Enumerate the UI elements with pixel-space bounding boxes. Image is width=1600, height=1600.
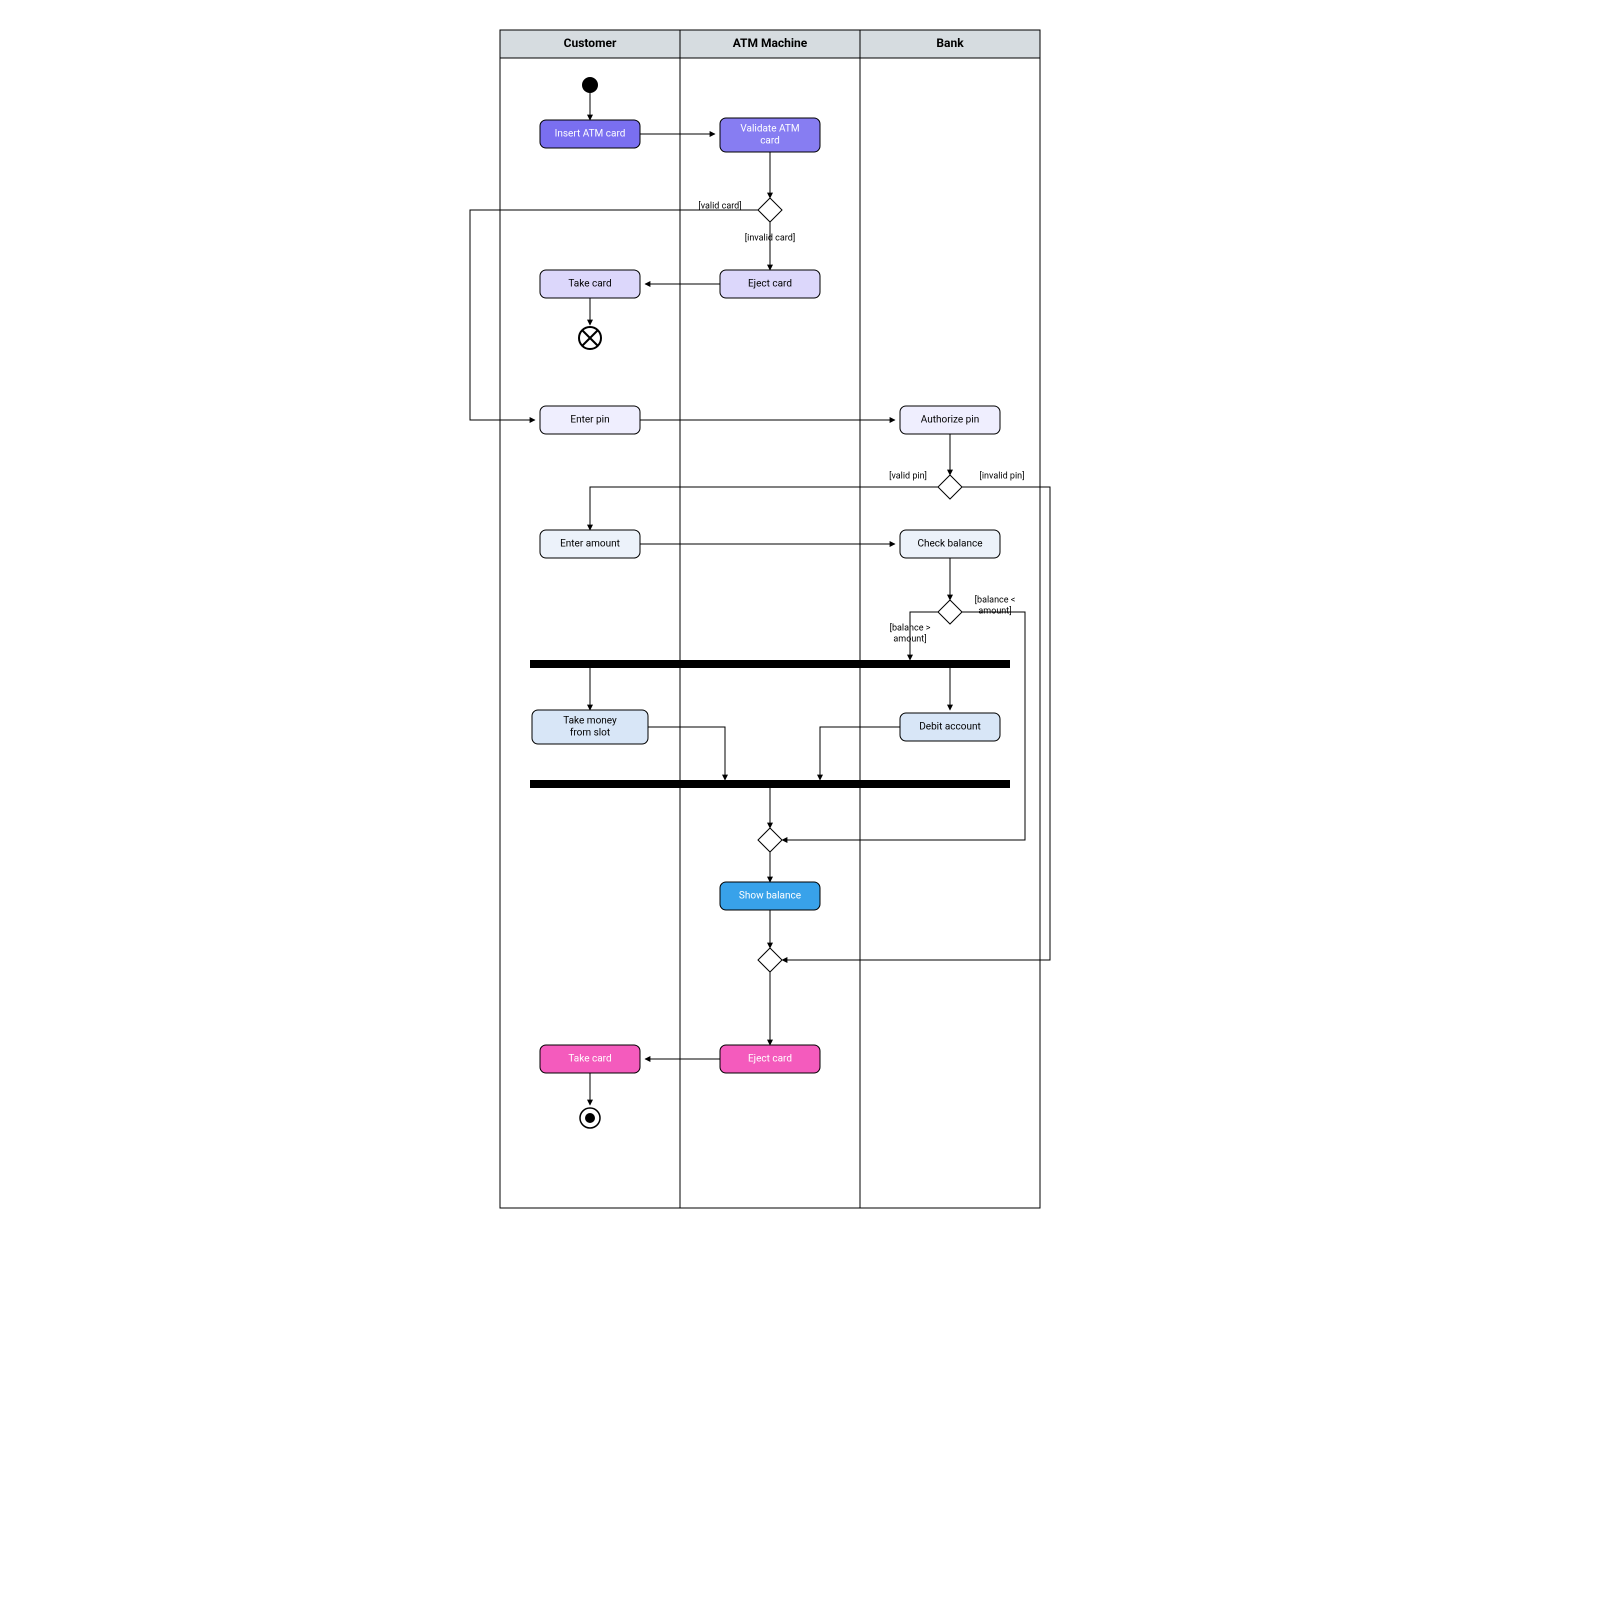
label-authorize-pin: Authorize pin: [921, 415, 980, 426]
fork-bar: [530, 660, 1010, 668]
label-take-card-1: Take card: [568, 279, 611, 290]
label-take-money-1: Take money: [563, 716, 617, 727]
join-bar: [530, 780, 1010, 788]
label-eject-card-1: Eject card: [748, 279, 792, 290]
lane-body-bank: [860, 58, 1040, 1208]
label-show-balance: Show balance: [739, 891, 801, 902]
label-invalid-pin: [invalid pin]: [979, 471, 1024, 481]
label-valid-card: [valid card]: [698, 201, 741, 211]
label-take-card-2: Take card: [568, 1054, 611, 1065]
label-validate-card-2: card: [760, 136, 780, 147]
label-insert-card: Insert ATM card: [555, 129, 626, 140]
label-valid-pin: [valid pin]: [889, 471, 927, 481]
label-enter-pin: Enter pin: [570, 415, 609, 426]
label-take-money-2: from slot: [570, 727, 610, 739]
lane-title-bank: Bank: [936, 36, 964, 50]
label-balance-gt-2: amount]: [893, 634, 926, 644]
label-invalid-card: [invalid card]: [745, 233, 795, 243]
label-balance-gt-1: [balance >: [890, 623, 931, 633]
label-validate-card-1: Validate ATM: [740, 124, 799, 135]
label-debit-account: Debit account: [919, 722, 981, 733]
label-balance-lt-1: [balance <: [975, 595, 1016, 605]
swimlane-diagram: Customer ATM Machine Bank Insert ATM car…: [450, 20, 1150, 1220]
label-eject-card-2: Eject card: [748, 1054, 792, 1065]
label-check-balance: Check balance: [917, 539, 982, 550]
lane-title-atm: ATM Machine: [733, 36, 808, 50]
lane-title-customer: Customer: [564, 36, 617, 50]
end-node-dot: [585, 1113, 595, 1123]
start-node: [582, 77, 598, 93]
label-balance-lt-2: amount]: [978, 606, 1011, 616]
label-enter-amount: Enter amount: [560, 539, 620, 550]
lane-body-customer: [500, 58, 680, 1208]
